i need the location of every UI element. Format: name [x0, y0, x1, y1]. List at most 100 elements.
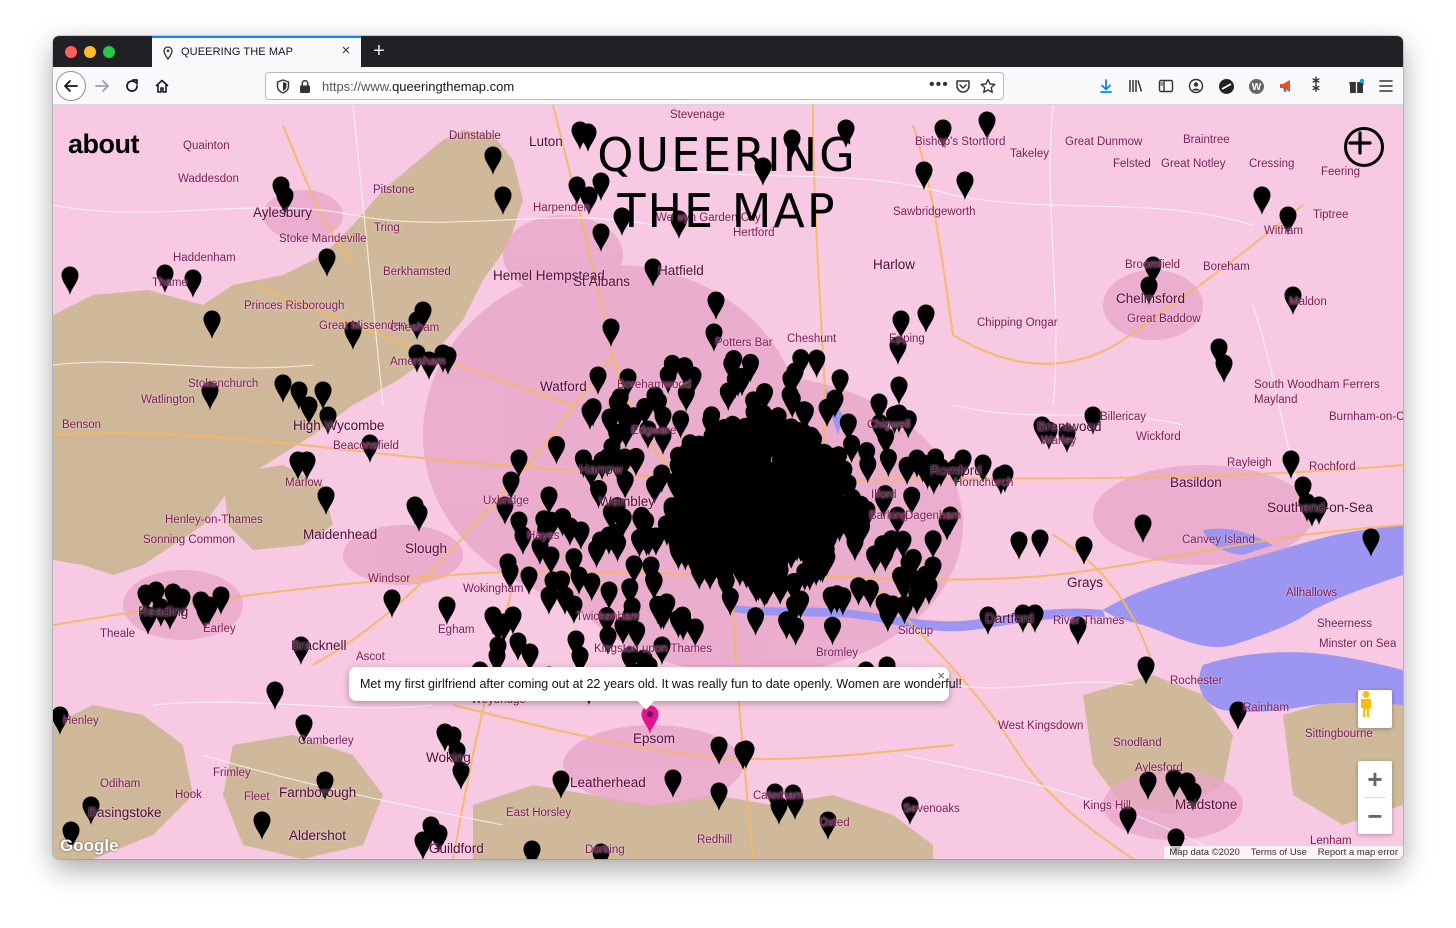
- place-label: Wokingham: [463, 583, 524, 595]
- new-tab-button[interactable]: +: [369, 40, 389, 62]
- back-button[interactable]: [56, 71, 86, 101]
- story-pin[interactable]: [890, 376, 908, 406]
- popup-close-button[interactable]: ×: [937, 668, 945, 683]
- place-label: Takeley: [1010, 148, 1049, 160]
- place-label: Pitstone: [373, 184, 415, 196]
- menu-icon[interactable]: [1376, 76, 1396, 96]
- gift-icon[interactable]: [1346, 76, 1366, 96]
- place-label: Caterham: [753, 790, 804, 802]
- account-icon[interactable]: [1186, 76, 1206, 96]
- place-label: Bromley: [816, 647, 859, 659]
- zoom-controls: + −: [1358, 761, 1392, 834]
- story-pin[interactable]: [266, 681, 284, 711]
- place-label: Cheshunt: [787, 333, 837, 345]
- place-label: Fleet: [244, 791, 270, 803]
- library-icon[interactable]: [1126, 76, 1146, 96]
- extension-w-icon[interactable]: W: [1246, 76, 1266, 96]
- tab-close-icon[interactable]: ×: [339, 43, 353, 58]
- report-map-error-link[interactable]: Report a map error: [1318, 847, 1398, 858]
- story-pin[interactable]: [1253, 186, 1271, 216]
- story-pin[interactable]: [1282, 450, 1300, 480]
- story-pin[interactable]: [523, 840, 541, 860]
- place-label: Watlington: [141, 394, 195, 406]
- megaphone-icon[interactable]: [1276, 76, 1296, 96]
- story-pin[interactable]: [438, 596, 456, 626]
- place-label: Beaconsfield: [333, 440, 399, 452]
- place-label: Dunstable: [449, 130, 501, 142]
- story-popup: Met my first girlfriend after coming out…: [349, 667, 962, 710]
- story-pin[interactable]: [1010, 531, 1028, 561]
- story-pin[interactable]: [917, 304, 935, 334]
- place-label: Sheerness: [1317, 618, 1372, 630]
- place-label: Oxted: [819, 817, 850, 829]
- bookmark-star-icon[interactable]: [980, 78, 996, 94]
- lock-icon[interactable]: [299, 79, 311, 94]
- terms-of-use-link[interactable]: Terms of Use: [1251, 847, 1307, 858]
- url-prefix: https://www.: [322, 79, 393, 94]
- place-label: Guildford: [429, 841, 484, 856]
- place-label: Luton: [529, 134, 563, 149]
- place-label: Theale: [100, 628, 136, 640]
- story-pin[interactable]: [540, 586, 558, 616]
- place-label: Broomfield: [1125, 259, 1180, 271]
- place-label: Southend-on-Sea: [1267, 500, 1373, 515]
- tab-queering-the-map[interactable]: QUEERING THE MAP ×: [152, 36, 361, 67]
- map-canvas[interactable]: Stevenage Luton Dunstable Quainton Waddesdon…: [53, 105, 1403, 859]
- place-label: Hayes: [527, 530, 560, 542]
- extension-circle-icon[interactable]: [1216, 76, 1236, 96]
- add-story-button[interactable]: [1344, 127, 1384, 167]
- story-pin[interactable]: [1075, 536, 1093, 566]
- extension-stars-icon[interactable]: ⁑: [1306, 76, 1326, 96]
- tab-title: QUEERING THE MAP: [181, 46, 294, 58]
- place-label: Rochester: [1170, 675, 1223, 687]
- about-link[interactable]: about: [68, 129, 140, 160]
- place-label: Epsom: [633, 731, 676, 746]
- svg-text:W: W: [1251, 82, 1261, 93]
- sidebar-icon[interactable]: [1156, 76, 1176, 96]
- place-label: Bishop's Stortford: [915, 136, 1006, 148]
- reload-icon: [126, 79, 138, 92]
- story-pin[interactable]: [1031, 529, 1049, 559]
- home-button[interactable]: [147, 71, 177, 101]
- story-pin[interactable]: [61, 266, 79, 296]
- place-label: Leatherhead: [570, 775, 646, 790]
- pocket-icon[interactable]: [955, 79, 971, 94]
- map-data-label[interactable]: Map data ©2020: [1169, 847, 1239, 858]
- forward-button[interactable]: [87, 71, 117, 101]
- place-label: Aldershot: [289, 828, 347, 843]
- reload-button[interactable]: [117, 71, 147, 101]
- place-label: Stoke Mandeville: [279, 233, 367, 245]
- story-pin[interactable]: [1215, 354, 1233, 384]
- place-label: Rochford: [1309, 461, 1356, 473]
- zoom-out-button[interactable]: −: [1358, 798, 1392, 834]
- minimize-window-button[interactable]: [84, 46, 96, 58]
- url-text: https://www.queeringthemap.com: [322, 79, 514, 94]
- pegman-icon: [1361, 691, 1371, 717]
- url-bar[interactable]: https://www.queeringthemap.com •••: [265, 72, 1004, 100]
- place-label: Ilford: [871, 489, 897, 501]
- zoom-in-button[interactable]: +: [1358, 761, 1392, 797]
- place-label: Kingston upon Thames: [594, 643, 713, 655]
- place-label: Great Baddow: [1127, 313, 1201, 325]
- page-actions-icon[interactable]: •••: [929, 76, 949, 94]
- story-pin[interactable]: [808, 349, 826, 379]
- place-label: Earley: [203, 623, 236, 635]
- google-logo[interactable]: Google: [60, 836, 119, 856]
- place-label: Haddenham: [173, 252, 236, 264]
- shield-icon[interactable]: [276, 79, 290, 94]
- place-label: Edgware: [631, 425, 677, 437]
- place-label: Chelmsford: [1116, 291, 1186, 306]
- close-window-button[interactable]: [65, 46, 77, 58]
- street-view-pegman[interactable]: [1358, 690, 1392, 728]
- place-label: Frimley: [213, 767, 251, 779]
- place-label: Amersham: [390, 356, 446, 368]
- place-label: Maidstone: [1175, 797, 1238, 812]
- maximize-window-button[interactable]: [103, 46, 115, 58]
- navigation-bar: https://www.queeringthemap.com ••• W ⁑: [53, 67, 1403, 105]
- place-label: Waddesdon: [178, 173, 239, 185]
- browser-window: QUEERING THE MAP × + https://www.queerin…: [53, 36, 1403, 859]
- place-label: Stokenchurch: [188, 378, 259, 390]
- place-label: Odiham: [100, 778, 141, 790]
- place-label: High Wycombe: [293, 418, 385, 433]
- download-icon[interactable]: [1096, 76, 1116, 96]
